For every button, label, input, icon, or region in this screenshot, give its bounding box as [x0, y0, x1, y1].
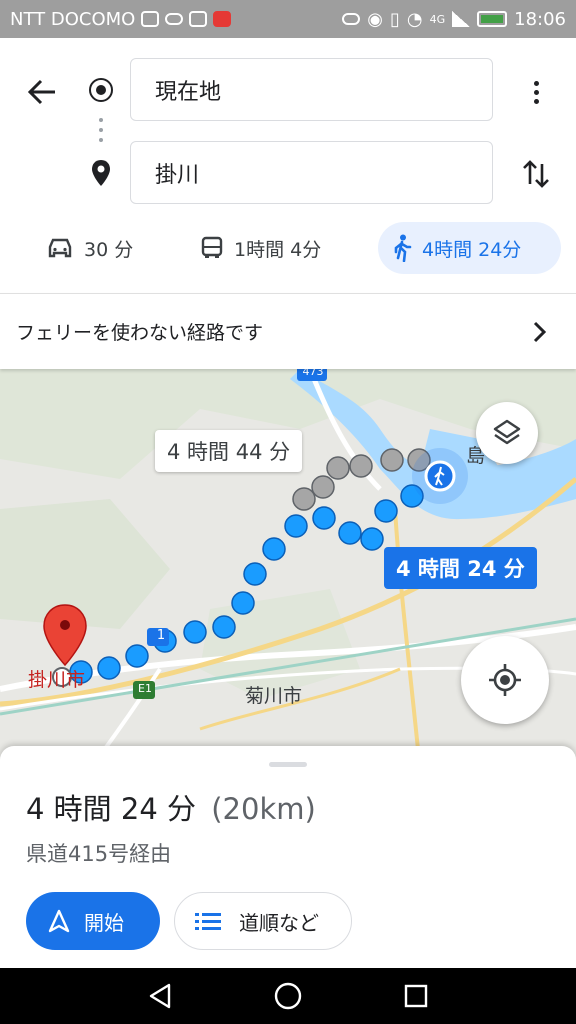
mode-drive[interactable]: 30 分	[32, 222, 147, 274]
mode-walk-time: 4時間 24分	[422, 238, 522, 261]
swap-icon[interactable]	[516, 154, 556, 194]
chevron-right-icon	[533, 321, 547, 343]
mode-transit-time: 1時間 4分	[234, 238, 322, 261]
main-route-time-label[interactable]: 4 時間 24 分	[384, 547, 537, 589]
more-options-button[interactable]	[516, 72, 556, 112]
travel-modes: 30 分 1時間 4分 4時間 24分	[0, 220, 576, 276]
nfc-icon	[342, 13, 361, 25]
mode-walk[interactable]: 4時間 24分	[378, 222, 561, 274]
system-nav-bar	[0, 968, 576, 1024]
mail-icon	[213, 11, 232, 27]
my-location-icon	[489, 664, 521, 696]
location-icon: ◉	[367, 8, 383, 30]
start-button-label: 開始	[84, 910, 124, 935]
nav-home-button[interactable]	[270, 978, 306, 1014]
alarm-icon: ◔	[406, 8, 423, 30]
directions-panel: 現在地 掛川 30 分 1時間 4分 4時間 24分	[0, 38, 576, 293]
road-473-label: 473	[302, 369, 324, 378]
navigation-arrow-icon	[48, 909, 70, 933]
bus-icon	[201, 236, 223, 258]
duration-text: 4 時間 24 分	[26, 792, 197, 826]
status-bar: NTT DOCOMO ◉ ▯ ◔ 4G 18:06	[0, 0, 576, 38]
home-circle-icon	[274, 982, 302, 1010]
carrier-name: NTT DOCOMO	[10, 8, 136, 30]
place-kakegawa: 掛川市	[28, 669, 86, 691]
line-icon	[141, 11, 160, 27]
origin-field[interactable]: 現在地	[130, 58, 493, 121]
app-notification-icon	[189, 11, 208, 27]
network-type: 4G	[429, 12, 446, 26]
battery-icon	[477, 11, 508, 27]
steps-button[interactable]: 道順など	[174, 892, 352, 950]
nav-recents-button[interactable]	[398, 978, 434, 1014]
layers-icon	[493, 419, 521, 445]
signal-icon	[452, 11, 471, 27]
sheet-drag-handle[interactable]	[269, 762, 307, 767]
nav-back-button[interactable]	[142, 978, 178, 1014]
cloud-icon	[165, 13, 184, 25]
layers-button[interactable]	[476, 402, 538, 464]
car-icon	[48, 238, 72, 258]
my-location-button[interactable]	[461, 636, 549, 724]
road-1-label: 1	[156, 628, 166, 643]
mode-transit[interactable]: 1時間 4分	[186, 222, 335, 274]
mode-drive-time: 30 分	[84, 238, 134, 261]
triangle-back-icon	[149, 983, 171, 1009]
start-button[interactable]: 開始	[26, 892, 160, 950]
route-notice-text: フェリーを使わない経路です	[16, 322, 264, 344]
vibrate-icon: ▯	[389, 8, 400, 30]
arrow-back-icon	[27, 79, 55, 105]
back-button[interactable]	[22, 72, 62, 112]
walk-icon	[394, 234, 412, 262]
destination-field[interactable]: 掛川	[130, 141, 493, 204]
route-notice[interactable]: フェリーを使わない経路です	[0, 293, 576, 369]
origin-marker-icon	[89, 78, 113, 102]
route-summary-sheet: 4 時間 24 分 (20km) 県道415号経由 開始 道順など	[0, 746, 576, 968]
recents-square-icon	[404, 984, 428, 1008]
map-view[interactable]: 1 E1 473 4 時間 44 分 4 時間 24 分 掛川市 菊川市 島	[0, 369, 576, 769]
route-connector	[99, 118, 103, 142]
alt-route-time-label[interactable]: 4 時間 44 分	[155, 430, 303, 472]
steps-button-label: 道順など	[239, 910, 319, 935]
destination-pin-icon	[92, 160, 110, 186]
distance-text: (20km)	[211, 792, 316, 826]
route-duration: 4 時間 24 分 (20km)	[26, 786, 316, 828]
place-kikugawa: 菊川市	[245, 685, 303, 707]
road-e1-label: E1	[138, 682, 152, 695]
list-icon	[195, 913, 221, 930]
route-via: 県道415号経由	[26, 842, 172, 866]
clock: 18:06	[514, 8, 566, 30]
